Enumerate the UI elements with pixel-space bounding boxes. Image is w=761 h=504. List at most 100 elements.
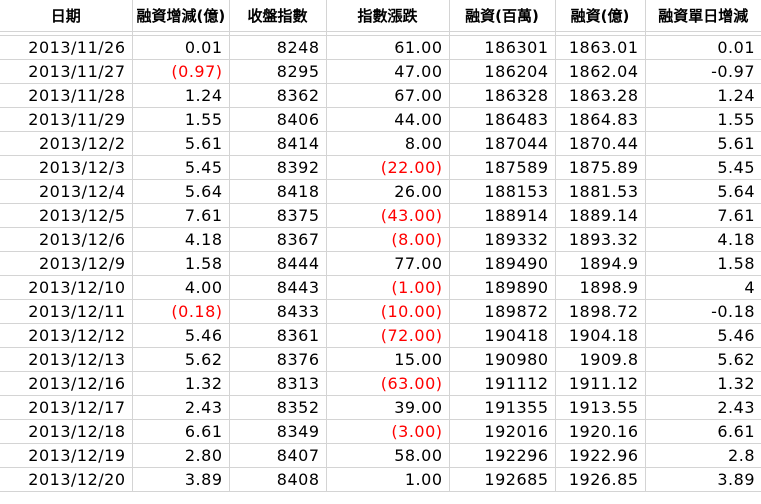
margin-balance-yi-cell[interactable]: 1926.85: [555, 467, 646, 492]
date-cell[interactable]: 2013/12/12: [0, 323, 133, 348]
margin-change-yi-cell[interactable]: 1.58: [132, 251, 230, 276]
index-change-cell[interactable]: 15.00: [326, 347, 450, 372]
margin-balance-mn-cell[interactable]: 189332: [449, 227, 556, 252]
daily-change-cell[interactable]: 0.01: [645, 35, 761, 60]
close-index-cell[interactable]: 8408: [229, 467, 327, 492]
margin-change-yi-cell[interactable]: 0.01: [132, 35, 230, 60]
margin-balance-yi-cell[interactable]: 1893.32: [555, 227, 646, 252]
close-index-cell[interactable]: 8352: [229, 395, 327, 420]
close-index-cell[interactable]: 8362: [229, 83, 327, 108]
date-cell[interactable]: 2013/11/28: [0, 83, 133, 108]
margin-balance-mn-cell[interactable]: 190980: [449, 347, 556, 372]
daily-change-cell[interactable]: 1.55: [645, 107, 761, 132]
daily-change-cell[interactable]: 1.58: [645, 251, 761, 276]
date-cell[interactable]: 2013/12/11: [0, 299, 133, 324]
daily-change-cell[interactable]: 5.64: [645, 179, 761, 204]
close-index-cell[interactable]: 8407: [229, 443, 327, 468]
index-change-cell[interactable]: 39.00: [326, 395, 450, 420]
daily-change-cell[interactable]: -0.18: [645, 299, 761, 324]
close-index-cell[interactable]: 8375: [229, 203, 327, 228]
margin-balance-yi-cell[interactable]: 1922.96: [555, 443, 646, 468]
date-cell[interactable]: 2013/11/29: [0, 107, 133, 132]
margin-balance-mn-cell[interactable]: 189490: [449, 251, 556, 276]
index-change-cell[interactable]: (72.00): [326, 323, 450, 348]
margin-balance-yi-cell[interactable]: 1889.14: [555, 203, 646, 228]
close-index-cell[interactable]: 8392: [229, 155, 327, 180]
index-change-cell[interactable]: (43.00): [326, 203, 450, 228]
date-cell[interactable]: 2013/12/20: [0, 467, 133, 492]
date-cell[interactable]: 2013/11/26: [0, 35, 133, 60]
index-change-cell[interactable]: (63.00): [326, 371, 450, 396]
date-cell[interactable]: 2013/12/17: [0, 395, 133, 420]
index-change-cell[interactable]: 8.00: [326, 131, 450, 156]
close-index-cell[interactable]: 8376: [229, 347, 327, 372]
daily-change-cell[interactable]: 5.61: [645, 131, 761, 156]
margin-balance-mn-cell[interactable]: 189890: [449, 275, 556, 300]
margin-change-yi-cell[interactable]: 7.61: [132, 203, 230, 228]
header-margin-balance-yi[interactable]: 融資(億): [555, 0, 646, 32]
index-change-cell[interactable]: 47.00: [326, 59, 450, 84]
header-daily-change[interactable]: 融資單日增減: [645, 0, 761, 32]
margin-balance-yi-cell[interactable]: 1870.44: [555, 131, 646, 156]
close-index-cell[interactable]: 8248: [229, 35, 327, 60]
daily-change-cell[interactable]: -0.97: [645, 59, 761, 84]
margin-balance-mn-cell[interactable]: 190418: [449, 323, 556, 348]
margin-balance-mn-cell[interactable]: 191355: [449, 395, 556, 420]
margin-balance-yi-cell[interactable]: 1863.01: [555, 35, 646, 60]
close-index-cell[interactable]: 8295: [229, 59, 327, 84]
date-cell[interactable]: 2013/12/18: [0, 419, 133, 444]
close-index-cell[interactable]: 8444: [229, 251, 327, 276]
margin-change-yi-cell[interactable]: 2.43: [132, 395, 230, 420]
index-change-cell[interactable]: 61.00: [326, 35, 450, 60]
close-index-cell[interactable]: 8443: [229, 275, 327, 300]
date-cell[interactable]: 2013/12/19: [0, 443, 133, 468]
margin-change-yi-cell[interactable]: 1.24: [132, 83, 230, 108]
margin-change-yi-cell[interactable]: 5.46: [132, 323, 230, 348]
margin-change-yi-cell[interactable]: (0.97): [132, 59, 230, 84]
daily-change-cell[interactable]: 5.45: [645, 155, 761, 180]
close-index-cell[interactable]: 8313: [229, 371, 327, 396]
margin-change-yi-cell[interactable]: 2.80: [132, 443, 230, 468]
header-index-change[interactable]: 指數漲跌: [326, 0, 450, 32]
margin-balance-yi-cell[interactable]: 1875.89: [555, 155, 646, 180]
margin-balance-yi-cell[interactable]: 1911.12: [555, 371, 646, 396]
header-margin-change-yi[interactable]: 融資增減(億): [132, 0, 230, 32]
margin-balance-yi-cell[interactable]: 1894.9: [555, 251, 646, 276]
margin-balance-mn-cell[interactable]: 188914: [449, 203, 556, 228]
margin-balance-yi-cell[interactable]: 1881.53: [555, 179, 646, 204]
margin-balance-yi-cell[interactable]: 1909.8: [555, 347, 646, 372]
index-change-cell[interactable]: 26.00: [326, 179, 450, 204]
index-change-cell[interactable]: (3.00): [326, 419, 450, 444]
date-cell[interactable]: 2013/12/9: [0, 251, 133, 276]
margin-balance-mn-cell[interactable]: 186204: [449, 59, 556, 84]
close-index-cell[interactable]: 8418: [229, 179, 327, 204]
margin-balance-mn-cell[interactable]: 186301: [449, 35, 556, 60]
date-cell[interactable]: 2013/11/27: [0, 59, 133, 84]
margin-change-yi-cell[interactable]: 5.61: [132, 131, 230, 156]
margin-balance-mn-cell[interactable]: 189872: [449, 299, 556, 324]
close-index-cell[interactable]: 8406: [229, 107, 327, 132]
margin-change-yi-cell[interactable]: 4.00: [132, 275, 230, 300]
margin-change-yi-cell[interactable]: 4.18: [132, 227, 230, 252]
date-cell[interactable]: 2013/12/6: [0, 227, 133, 252]
margin-balance-mn-cell[interactable]: 192296: [449, 443, 556, 468]
daily-change-cell[interactable]: 2.43: [645, 395, 761, 420]
date-cell[interactable]: 2013/12/2: [0, 131, 133, 156]
margin-balance-yi-cell[interactable]: 1904.18: [555, 323, 646, 348]
header-close-index[interactable]: 收盤指數: [229, 0, 327, 32]
margin-balance-yi-cell[interactable]: 1864.83: [555, 107, 646, 132]
date-cell[interactable]: 2013/12/13: [0, 347, 133, 372]
margin-balance-yi-cell[interactable]: 1920.16: [555, 419, 646, 444]
daily-change-cell[interactable]: 5.46: [645, 323, 761, 348]
margin-balance-mn-cell[interactable]: 187589: [449, 155, 556, 180]
margin-balance-mn-cell[interactable]: 192685: [449, 467, 556, 492]
index-change-cell[interactable]: (8.00): [326, 227, 450, 252]
date-cell[interactable]: 2013/12/3: [0, 155, 133, 180]
margin-balance-yi-cell[interactable]: 1898.9: [555, 275, 646, 300]
daily-change-cell[interactable]: 7.61: [645, 203, 761, 228]
index-change-cell[interactable]: (22.00): [326, 155, 450, 180]
margin-change-yi-cell[interactable]: 1.55: [132, 107, 230, 132]
margin-balance-mn-cell[interactable]: 188153: [449, 179, 556, 204]
index-change-cell[interactable]: 44.00: [326, 107, 450, 132]
index-change-cell[interactable]: (10.00): [326, 299, 450, 324]
